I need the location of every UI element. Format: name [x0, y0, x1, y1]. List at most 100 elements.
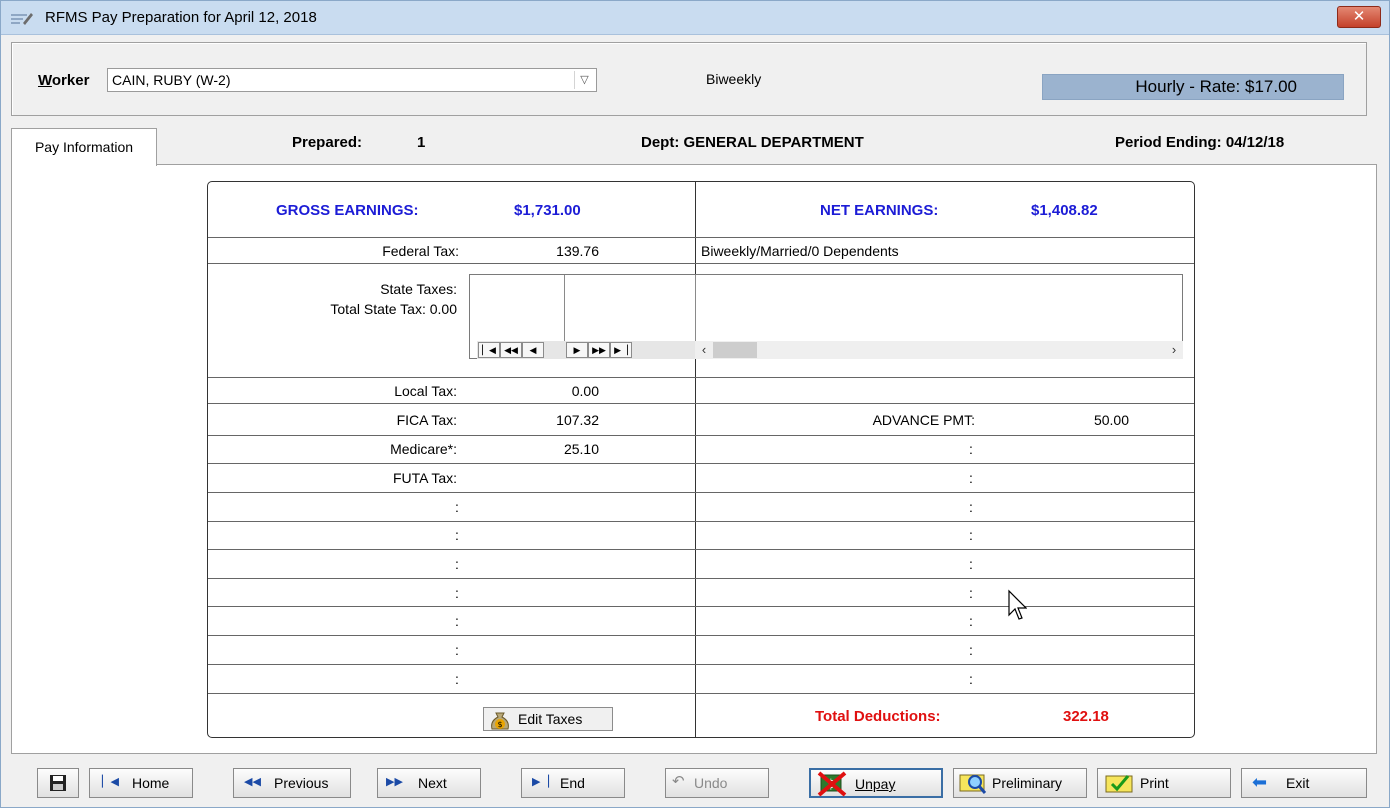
next-record-icon[interactable]: ▶ — [566, 342, 588, 358]
pay-preparation-window: RFMS Pay Preparation for April 12, 2018 … — [0, 0, 1390, 808]
row-divider — [208, 435, 1194, 436]
medicare-value: 25.10 — [563, 441, 599, 457]
net-earnings-label: NET EARNINGS: — [820, 202, 939, 219]
print-button[interactable]: Print — [1097, 768, 1231, 798]
row-divider — [208, 578, 1194, 579]
prev-record-icon[interactable]: ◀ — [522, 342, 544, 358]
chevron-down-icon[interactable]: ▽ — [574, 71, 594, 89]
print-label: Print — [1140, 775, 1169, 791]
undo-icon: ↶ — [672, 773, 685, 790]
first-record-icon[interactable]: ▏◀ — [478, 342, 500, 358]
next-label: Next — [418, 775, 447, 791]
prepared-value: 1 — [417, 134, 426, 151]
rate-display: Hourly - Rate: $17.00 — [1042, 74, 1344, 100]
blank-tax-label: : — [455, 556, 459, 572]
arrow-left-icon: ⬅ — [1252, 772, 1268, 792]
svg-text:$: $ — [497, 720, 502, 729]
pay-summary-grid — [207, 181, 1195, 738]
edit-taxes-button[interactable]: $ Edit Taxes — [483, 707, 613, 731]
pencil-doc-icon — [11, 13, 33, 25]
close-button[interactable]: ✕ — [1337, 6, 1381, 28]
blank-deduction-label: : — [969, 556, 973, 572]
first-icon: ▏◀ — [102, 776, 119, 788]
advance-pmt-value: 50.00 — [1093, 412, 1129, 428]
row-divider — [208, 463, 1194, 464]
previous-label: Previous — [274, 775, 329, 791]
blank-tax-label: : — [455, 613, 459, 629]
state-grid-col-divider — [564, 275, 565, 341]
medicare-label: Medicare*: — [390, 441, 457, 457]
preliminary-label: Preliminary — [992, 775, 1063, 791]
local-tax-label: Local Tax: — [394, 383, 457, 399]
worker-header-panel: Worker CAIN, RUBY (W-2) ▽ Biweekly Hourl… — [11, 42, 1367, 116]
blank-deduction-label: : — [969, 642, 973, 658]
last-record-icon[interactable]: ▶▕ — [610, 342, 632, 358]
home-button[interactable]: ▏◀ Home — [89, 768, 193, 798]
horizontal-scrollbar[interactable]: ‹ › — [695, 341, 1183, 359]
scrollbar-thumb[interactable] — [713, 342, 757, 358]
department: Dept: GENERAL DEPARTMENT — [641, 134, 864, 151]
unpay-button[interactable]: $ Unpay — [809, 768, 943, 798]
previous-button[interactable]: ◀◀ Previous — [233, 768, 351, 798]
worker-select-value: CAIN, RUBY (W-2) — [112, 72, 231, 88]
net-earnings-value: $1,408.82 — [1031, 202, 1098, 219]
federal-tax-label: Federal Tax: — [382, 243, 459, 259]
tab-pay-information[interactable]: Pay Information — [11, 128, 157, 166]
window-title: RFMS Pay Preparation for April 12, 2018 — [45, 9, 317, 26]
blank-tax-label: : — [455, 671, 459, 687]
blank-deduction-label: : — [969, 470, 973, 486]
scroll-right-icon[interactable]: › — [1165, 341, 1183, 359]
home-label: Home — [132, 775, 170, 791]
magnifier-report-icon — [959, 774, 987, 794]
fast-forward-icon: ▶▶ — [386, 776, 403, 788]
center-divider — [695, 182, 696, 737]
advance-pmt-label: ADVANCE PMT: — [872, 412, 975, 428]
period-ending: Period Ending: 04/12/18 — [1115, 134, 1285, 151]
row-divider — [208, 263, 1194, 264]
print-check-icon — [1105, 775, 1133, 793]
worker-label-rest: orker — [51, 72, 90, 89]
state-taxes-label: State Taxes: — [380, 281, 457, 297]
fica-tax-label: FICA Tax: — [396, 412, 457, 428]
preliminary-button[interactable]: Preliminary — [953, 768, 1087, 798]
row-divider — [208, 521, 1194, 522]
scroll-left-icon[interactable]: ‹ — [695, 341, 713, 359]
exit-button[interactable]: ⬅ Exit — [1241, 768, 1367, 798]
end-button[interactable]: ▶▕ End — [521, 768, 625, 798]
local-tax-value: 0.00 — [571, 383, 599, 399]
total-deductions-label: Total Deductions: — [815, 708, 941, 725]
undo-button[interactable]: ↶ Undo — [665, 768, 769, 798]
title-bar: RFMS Pay Preparation for April 12, 2018 … — [1, 1, 1389, 35]
blank-deduction-label: : — [969, 441, 973, 457]
federal-tax-value: 139.76 — [556, 243, 599, 259]
worker-select[interactable]: CAIN, RUBY (W-2) ▽ — [107, 68, 597, 92]
pay-frequency: Biweekly — [706, 71, 762, 87]
next-button[interactable]: ▶▶ Next — [377, 768, 481, 798]
prev-page-icon[interactable]: ◀◀ — [500, 342, 522, 358]
unpay-label: Unpay — [855, 776, 896, 792]
filing-status: Biweekly/Married/0 Dependents — [701, 243, 899, 259]
total-deductions-value: 322.18 — [1063, 708, 1109, 725]
row-divider — [208, 492, 1194, 493]
blank-tax-label: : — [455, 527, 459, 543]
blank-deduction-label: : — [969, 527, 973, 543]
worker-label: Worker — [38, 72, 89, 89]
row-divider — [208, 377, 1194, 378]
row-divider — [208, 403, 1194, 404]
blank-deduction-label: : — [969, 585, 973, 601]
blank-deduction-label: : — [969, 613, 973, 629]
mouse-pointer-icon — [1008, 589, 1027, 620]
blank-deduction-label: : — [969, 671, 973, 687]
state-grid-col-divider — [695, 275, 696, 341]
end-label: End — [560, 775, 585, 791]
close-icon: ✕ — [1352, 8, 1366, 25]
row-divider — [208, 606, 1194, 607]
row-divider — [208, 693, 1194, 694]
worker-label-mnemonic: W — [38, 72, 52, 89]
floppy-disk-icon — [50, 775, 66, 791]
save-button[interactable] — [37, 768, 79, 798]
next-page-icon[interactable]: ▶▶ — [588, 342, 610, 358]
undo-label: Undo — [694, 775, 728, 791]
row-divider — [208, 664, 1194, 665]
row-divider — [208, 635, 1194, 636]
